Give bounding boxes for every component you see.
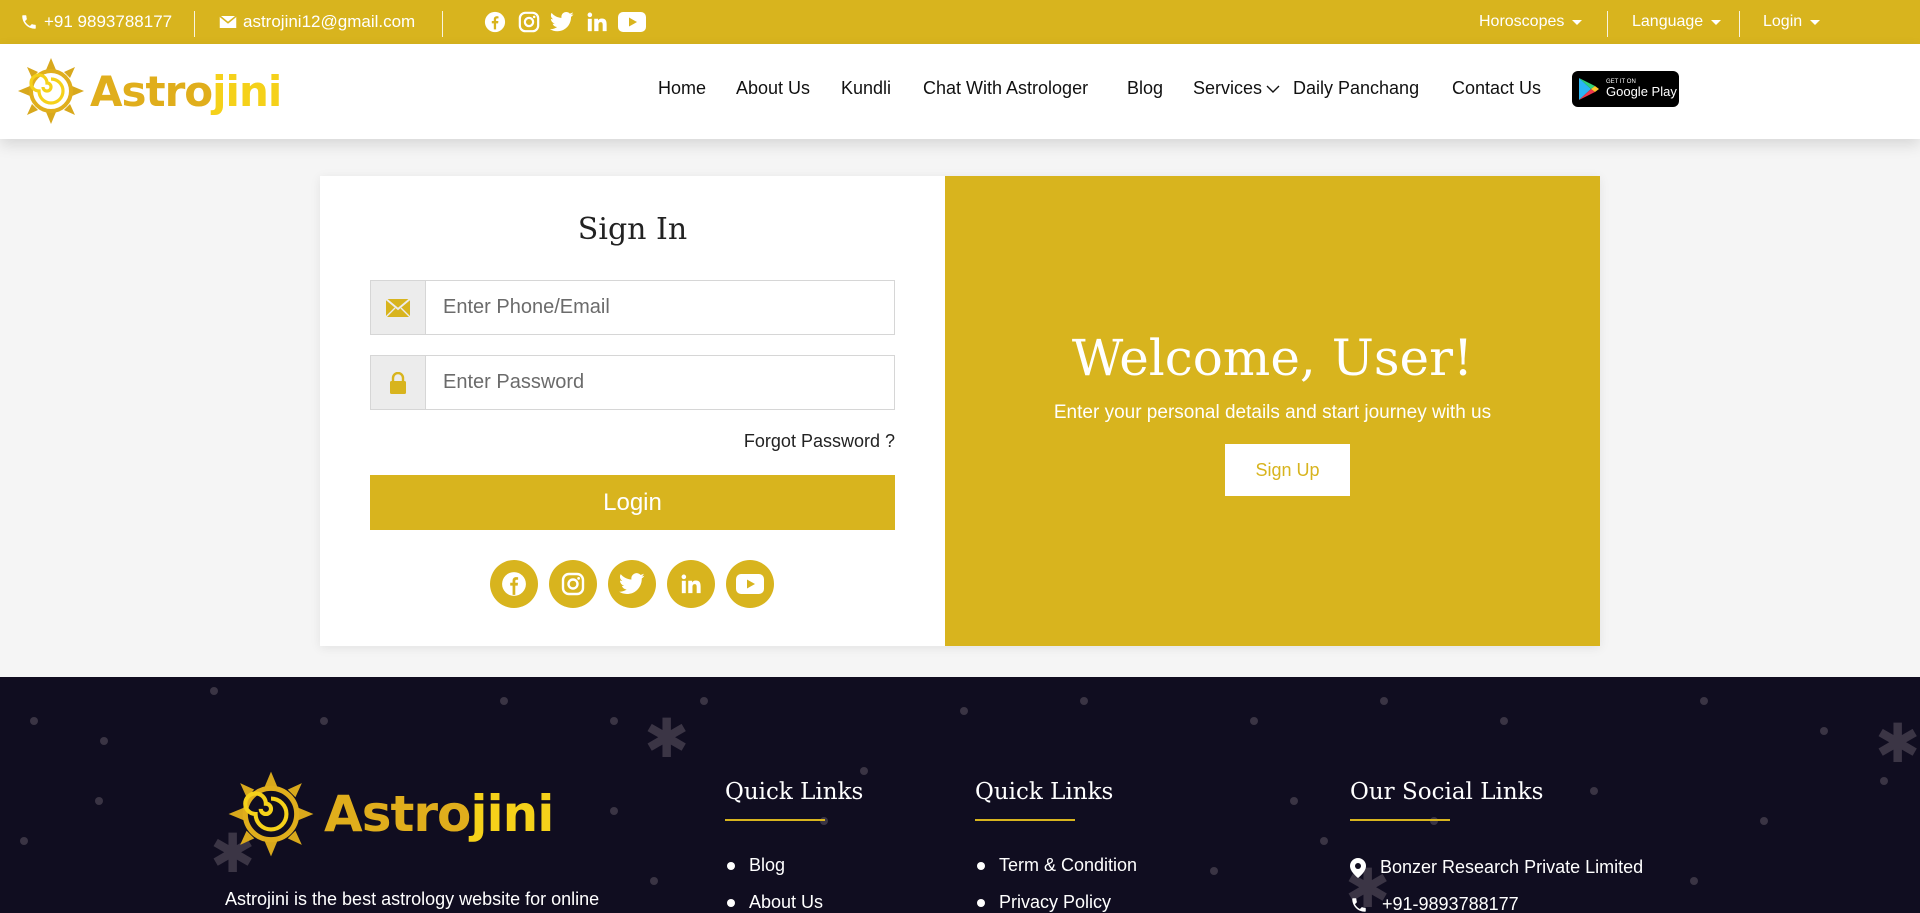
- lock-icon: [371, 356, 426, 409]
- heading-underline: [975, 819, 1075, 821]
- divider: [1607, 11, 1608, 37]
- twitter-icon[interactable]: [550, 10, 574, 34]
- top-email-text: astrojini12@gmail.com: [243, 12, 416, 31]
- horoscopes-label: Horoscopes: [1479, 13, 1565, 30]
- top-phone-text: +91 9893788177: [44, 12, 173, 31]
- top-phone[interactable]: +91 9893788177: [20, 0, 172, 44]
- linkedin-icon[interactable]: [667, 560, 715, 608]
- site-logo[interactable]: Astrojini: [16, 56, 282, 126]
- signin-title: Sign In: [577, 212, 688, 247]
- nav-blog[interactable]: Blog: [1127, 78, 1163, 99]
- footer-logo-wordmark: Astrojini: [324, 785, 554, 843]
- top-bar: +91 9893788177 astrojini12@gmail.com Hor…: [0, 0, 1920, 44]
- login-dropdown[interactable]: Login: [1763, 0, 1821, 44]
- language-label: Language: [1632, 13, 1704, 30]
- sun-logo-icon: [228, 771, 314, 857]
- footer-logo[interactable]: Astrojini: [226, 769, 554, 859]
- nav-about-us[interactable]: About Us: [736, 78, 810, 99]
- heading-underline: [1350, 819, 1450, 821]
- signin-panel: Sign In Forgot Password ? Login: [320, 176, 945, 646]
- signup-button[interactable]: Sign Up: [1225, 444, 1350, 496]
- instagram-icon[interactable]: [517, 10, 541, 34]
- email-field: [370, 280, 895, 335]
- nav-services[interactable]: Services: [1193, 78, 1262, 99]
- map-pin-icon: [1350, 857, 1366, 878]
- language-dropdown[interactable]: Language: [1632, 0, 1722, 44]
- google-play-icon: [1579, 78, 1599, 100]
- nav-kundli[interactable]: Kundli: [841, 78, 891, 99]
- login-label: Login: [1763, 13, 1803, 30]
- signin-social-links: [490, 560, 774, 608]
- envelope-icon: [371, 281, 426, 334]
- welcome-title: Welcome, User!: [1071, 329, 1474, 387]
- site-footer: ✱ ✱ ✱ ✱ Astrojini Astrojini is the best …: [0, 677, 1920, 913]
- twitter-icon[interactable]: [608, 560, 656, 608]
- main-header: Astrojini Home About Us Kundli Chat With…: [0, 44, 1920, 139]
- nav-chat-with-astrologer[interactable]: Chat With Astrologer: [923, 78, 1088, 99]
- logo-wordmark: Astrojini: [90, 66, 282, 116]
- footer-phone[interactable]: +91-9893788177: [1350, 894, 1519, 913]
- quick-links-heading-2: Quick Links: [975, 779, 1114, 805]
- caret-down-icon: [1711, 19, 1722, 25]
- footer-link-about-us[interactable]: About Us: [727, 892, 823, 913]
- footer-link-privacy[interactable]: Privacy Policy: [977, 892, 1111, 913]
- instagram-icon[interactable]: [549, 560, 597, 608]
- footer-link-terms[interactable]: Term & Condition: [977, 855, 1137, 876]
- linkedin-icon[interactable]: [585, 10, 609, 34]
- facebook-icon[interactable]: [483, 10, 507, 34]
- badge-big-text: Google Play: [1606, 84, 1677, 99]
- social-links-heading: Our Social Links: [1350, 779, 1544, 805]
- divider: [1739, 11, 1740, 37]
- password-field: [370, 355, 895, 410]
- quick-links-heading-1: Quick Links: [725, 779, 864, 805]
- youtube-icon[interactable]: [618, 10, 646, 34]
- horoscopes-dropdown[interactable]: Horoscopes: [1479, 0, 1583, 44]
- email-input[interactable]: [427, 281, 894, 334]
- caret-down-icon: [1572, 19, 1583, 25]
- password-input[interactable]: [427, 356, 894, 409]
- phone-icon: [1352, 897, 1366, 912]
- chevron-down-icon[interactable]: [1266, 84, 1280, 94]
- mail-icon: [219, 15, 237, 28]
- sun-logo-icon: [18, 58, 84, 124]
- top-email[interactable]: astrojini12@gmail.com: [219, 0, 415, 44]
- footer-description: Astrojini is the best astrology website …: [225, 889, 600, 909]
- signin-card: Sign In Forgot Password ? Login: [320, 176, 1600, 646]
- divider: [442, 11, 443, 37]
- forgot-password-link[interactable]: Forgot Password ?: [744, 431, 895, 452]
- youtube-icon[interactable]: [726, 560, 774, 608]
- heading-underline: [725, 819, 825, 821]
- caret-down-icon: [1810, 19, 1821, 25]
- footer-link-blog[interactable]: Blog: [727, 855, 785, 876]
- phone-icon: [22, 15, 36, 29]
- nav-contact-us[interactable]: Contact Us: [1452, 78, 1541, 99]
- nav-daily-panchang[interactable]: Daily Panchang: [1293, 78, 1419, 99]
- footer-company: Bonzer Research Private Limited: [1350, 857, 1643, 878]
- divider: [194, 11, 195, 37]
- login-button[interactable]: Login: [370, 475, 895, 530]
- welcome-panel: Welcome, User! Enter your personal detai…: [945, 176, 1600, 646]
- welcome-subtitle: Enter your personal details and start jo…: [1053, 402, 1492, 423]
- facebook-icon[interactable]: [490, 560, 538, 608]
- google-play-badge[interactable]: GET IT ON Google Play: [1572, 71, 1679, 107]
- nav-home[interactable]: Home: [658, 78, 706, 99]
